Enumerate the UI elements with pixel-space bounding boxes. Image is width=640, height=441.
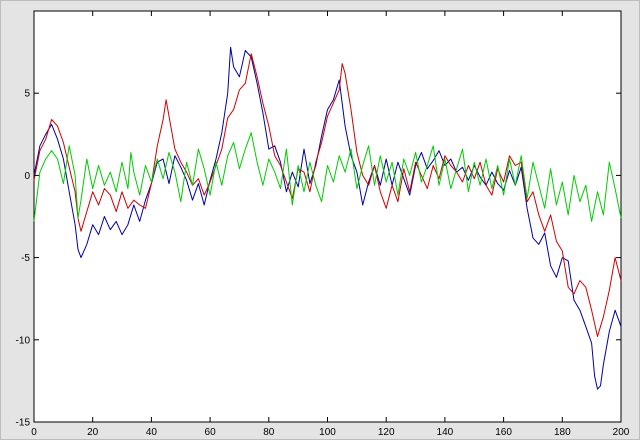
x-tick-label: 40 xyxy=(146,427,158,438)
y-tick-label: -15 xyxy=(16,418,31,429)
x-tick-label: 100 xyxy=(319,427,336,438)
y-tick-label: -5 xyxy=(21,253,30,264)
x-tick-label: 200 xyxy=(613,427,630,438)
x-tick-label: 0 xyxy=(31,427,37,438)
x-tick-label: 160 xyxy=(495,427,512,438)
x-tick-label: 80 xyxy=(263,427,275,438)
figure-window: 0 20 40 60 80 100 120 140 160 180 200 -15 -10 -5 0 5 xyxy=(0,0,640,440)
x-tick-label: 140 xyxy=(437,427,454,438)
plot-area xyxy=(33,10,622,423)
line-chart: 0 20 40 60 80 100 120 140 160 180 200 -15 -10 -5 0 5 xyxy=(16,10,630,438)
y-tick-label: 5 xyxy=(24,89,30,100)
y-tick-label: -10 xyxy=(16,335,31,346)
x-tick-label: 60 xyxy=(205,427,217,438)
x-tick-label: 120 xyxy=(378,427,395,438)
y-tick-label: 0 xyxy=(24,171,30,182)
x-tick-label: 180 xyxy=(554,427,571,438)
x-tick-label: 20 xyxy=(87,427,99,438)
